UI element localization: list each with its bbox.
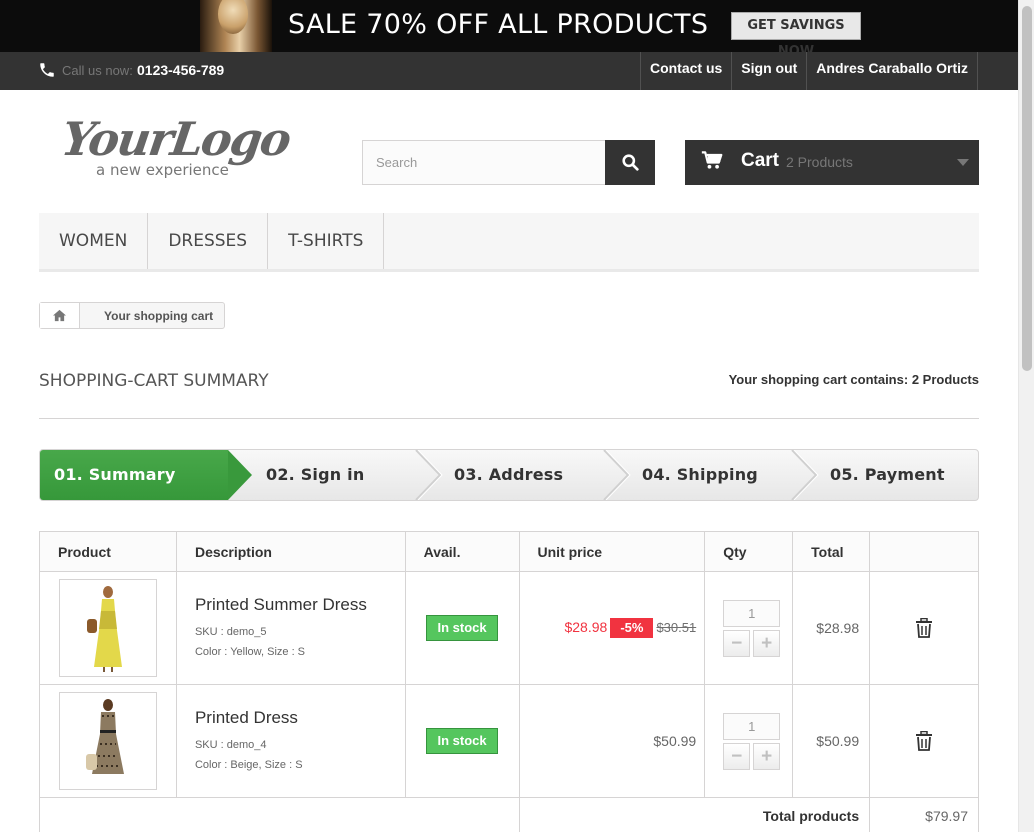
col-description: Description [175, 531, 406, 572]
home-icon [53, 309, 66, 322]
banner-model-image [200, 0, 272, 52]
heading-divider [39, 418, 979, 419]
discount-badge: -5% [610, 618, 654, 638]
search-button[interactable] [605, 140, 655, 185]
cart-contains-summary: Your shopping cart contains: 2 Products [729, 372, 979, 387]
plus-icon: + [761, 745, 773, 767]
breadcrumb-home[interactable] [40, 303, 80, 328]
trash-icon [916, 618, 933, 638]
col-actions [869, 531, 979, 572]
cart-table: Product Description Avail. Unit price Qt… [39, 531, 979, 832]
banner-sale-text: SALE 70% OFF ALL PRODUCTS [288, 9, 709, 40]
col-unit-price: Unit price [518, 531, 706, 572]
page-scrollbar[interactable] [1018, 0, 1034, 832]
quantity-input[interactable]: 1 [723, 712, 781, 740]
call-us-label: Call us now: [62, 63, 133, 78]
phone-icon [40, 63, 54, 77]
minus-icon: − [731, 745, 743, 767]
product-thumbnail[interactable] [59, 579, 157, 677]
menu-item-tshirts[interactable]: T-SHIRTS [268, 213, 385, 269]
table-row: Printed Summer Dress SKU : demo_5 Color … [39, 571, 979, 685]
minus-icon: − [731, 632, 743, 654]
product-name[interactable]: Printed Summer Dress [195, 595, 405, 615]
product-attributes: Color : Yellow, Size : S [194, 645, 306, 658]
product-attributes: Color : Beige, Size : S [194, 758, 303, 771]
unit-price: $28.98 [564, 619, 608, 635]
quantity-input[interactable]: 1 [723, 599, 781, 627]
page-title: SHOPPING-CART SUMMARY [39, 371, 269, 391]
table-row: Printed Dress SKU : demo_4 Color : Beige… [39, 684, 979, 798]
quantity-increase-button[interactable]: + [753, 742, 781, 770]
checkout-steps: 01. Summary 02. Sign in 03. Address 04. … [39, 449, 979, 501]
product-sku: SKU : demo_4 [194, 738, 267, 751]
totals-spacer [39, 797, 520, 832]
top-nav-bar: Call us now: 0123-456-789 Contact us Sig… [0, 52, 1018, 90]
step-sign-in[interactable]: 02. Sign in [266, 450, 364, 500]
cart-block[interactable]: Cart 2 Products [685, 140, 979, 185]
search-icon [621, 154, 639, 171]
col-availability: Avail. [404, 531, 520, 572]
line-total: $28.98 [792, 571, 871, 685]
quantity-increase-button[interactable]: + [753, 629, 781, 657]
logo-wordmark: YourLogo [58, 112, 293, 166]
get-savings-button[interactable]: GET SAVINGS NOW [731, 12, 861, 52]
cart-count: 2 Products [786, 154, 853, 170]
delete-item-button[interactable] [870, 618, 978, 638]
quantity-decrease-button[interactable]: − [723, 629, 751, 657]
total-products-value: $79.97 [869, 797, 979, 832]
table-header-row: Product Description Avail. Unit price Qt… [39, 531, 979, 572]
phone-number: 0123-456-789 [137, 62, 225, 78]
col-total: Total [792, 531, 871, 572]
stock-badge: In stock [426, 728, 499, 754]
stock-badge: In stock [426, 615, 499, 641]
breadcrumb: Your shopping cart [39, 302, 226, 329]
line-total: $50.99 [792, 684, 871, 798]
delete-item-button[interactable] [870, 731, 978, 751]
search-box [362, 140, 655, 185]
col-qty: Qty [704, 531, 794, 572]
product-sku: SKU : demo_5 [194, 625, 267, 638]
chevron-down-icon[interactable] [957, 159, 969, 166]
scrollbar-thumb[interactable] [1022, 6, 1032, 371]
totals-row: Total products $79.97 [39, 797, 979, 832]
dress-image [86, 699, 124, 774]
dress-image [87, 586, 122, 672]
product-thumbnail[interactable] [59, 692, 157, 790]
total-products-label: Total products [518, 797, 871, 832]
contains-count: 2 Products [911, 372, 979, 387]
old-price: $30.51 [656, 620, 697, 635]
main-menu: WOMEN DRESSES T-SHIRTS [39, 213, 979, 272]
logo-tagline: a new experience [96, 161, 229, 179]
promo-banner[interactable]: SALE 70% OFF ALL PRODUCTS GET SAVINGS NO… [0, 0, 1018, 52]
contains-label: Your shopping cart contains: [728, 372, 909, 387]
unit-price: $50.99 [518, 684, 706, 798]
menu-item-dresses[interactable]: DRESSES [148, 213, 269, 269]
search-input[interactable] [363, 141, 606, 184]
shopping-cart-icon [701, 151, 723, 169]
step-payment[interactable]: 05. Payment [830, 450, 945, 500]
plus-icon: + [761, 632, 773, 654]
menu-item-women[interactable]: WOMEN [39, 213, 149, 269]
quantity-decrease-button[interactable]: − [723, 742, 751, 770]
step-shipping[interactable]: 04. Shipping [642, 450, 758, 500]
product-name[interactable]: Printed Dress [195, 708, 405, 728]
account-link[interactable]: Andres Caraballo Ortiz [807, 52, 978, 90]
trash-icon [916, 731, 933, 751]
cart-label: Cart [741, 150, 780, 171]
breadcrumb-current: Your shopping cart [104, 308, 214, 323]
sign-out-link[interactable]: Sign out [732, 52, 808, 90]
col-product: Product [39, 531, 177, 572]
site-logo[interactable]: YourLogo a new experience [58, 112, 302, 182]
contact-us-link[interactable]: Contact us [641, 52, 733, 90]
step-address[interactable]: 03. Address [454, 450, 563, 500]
